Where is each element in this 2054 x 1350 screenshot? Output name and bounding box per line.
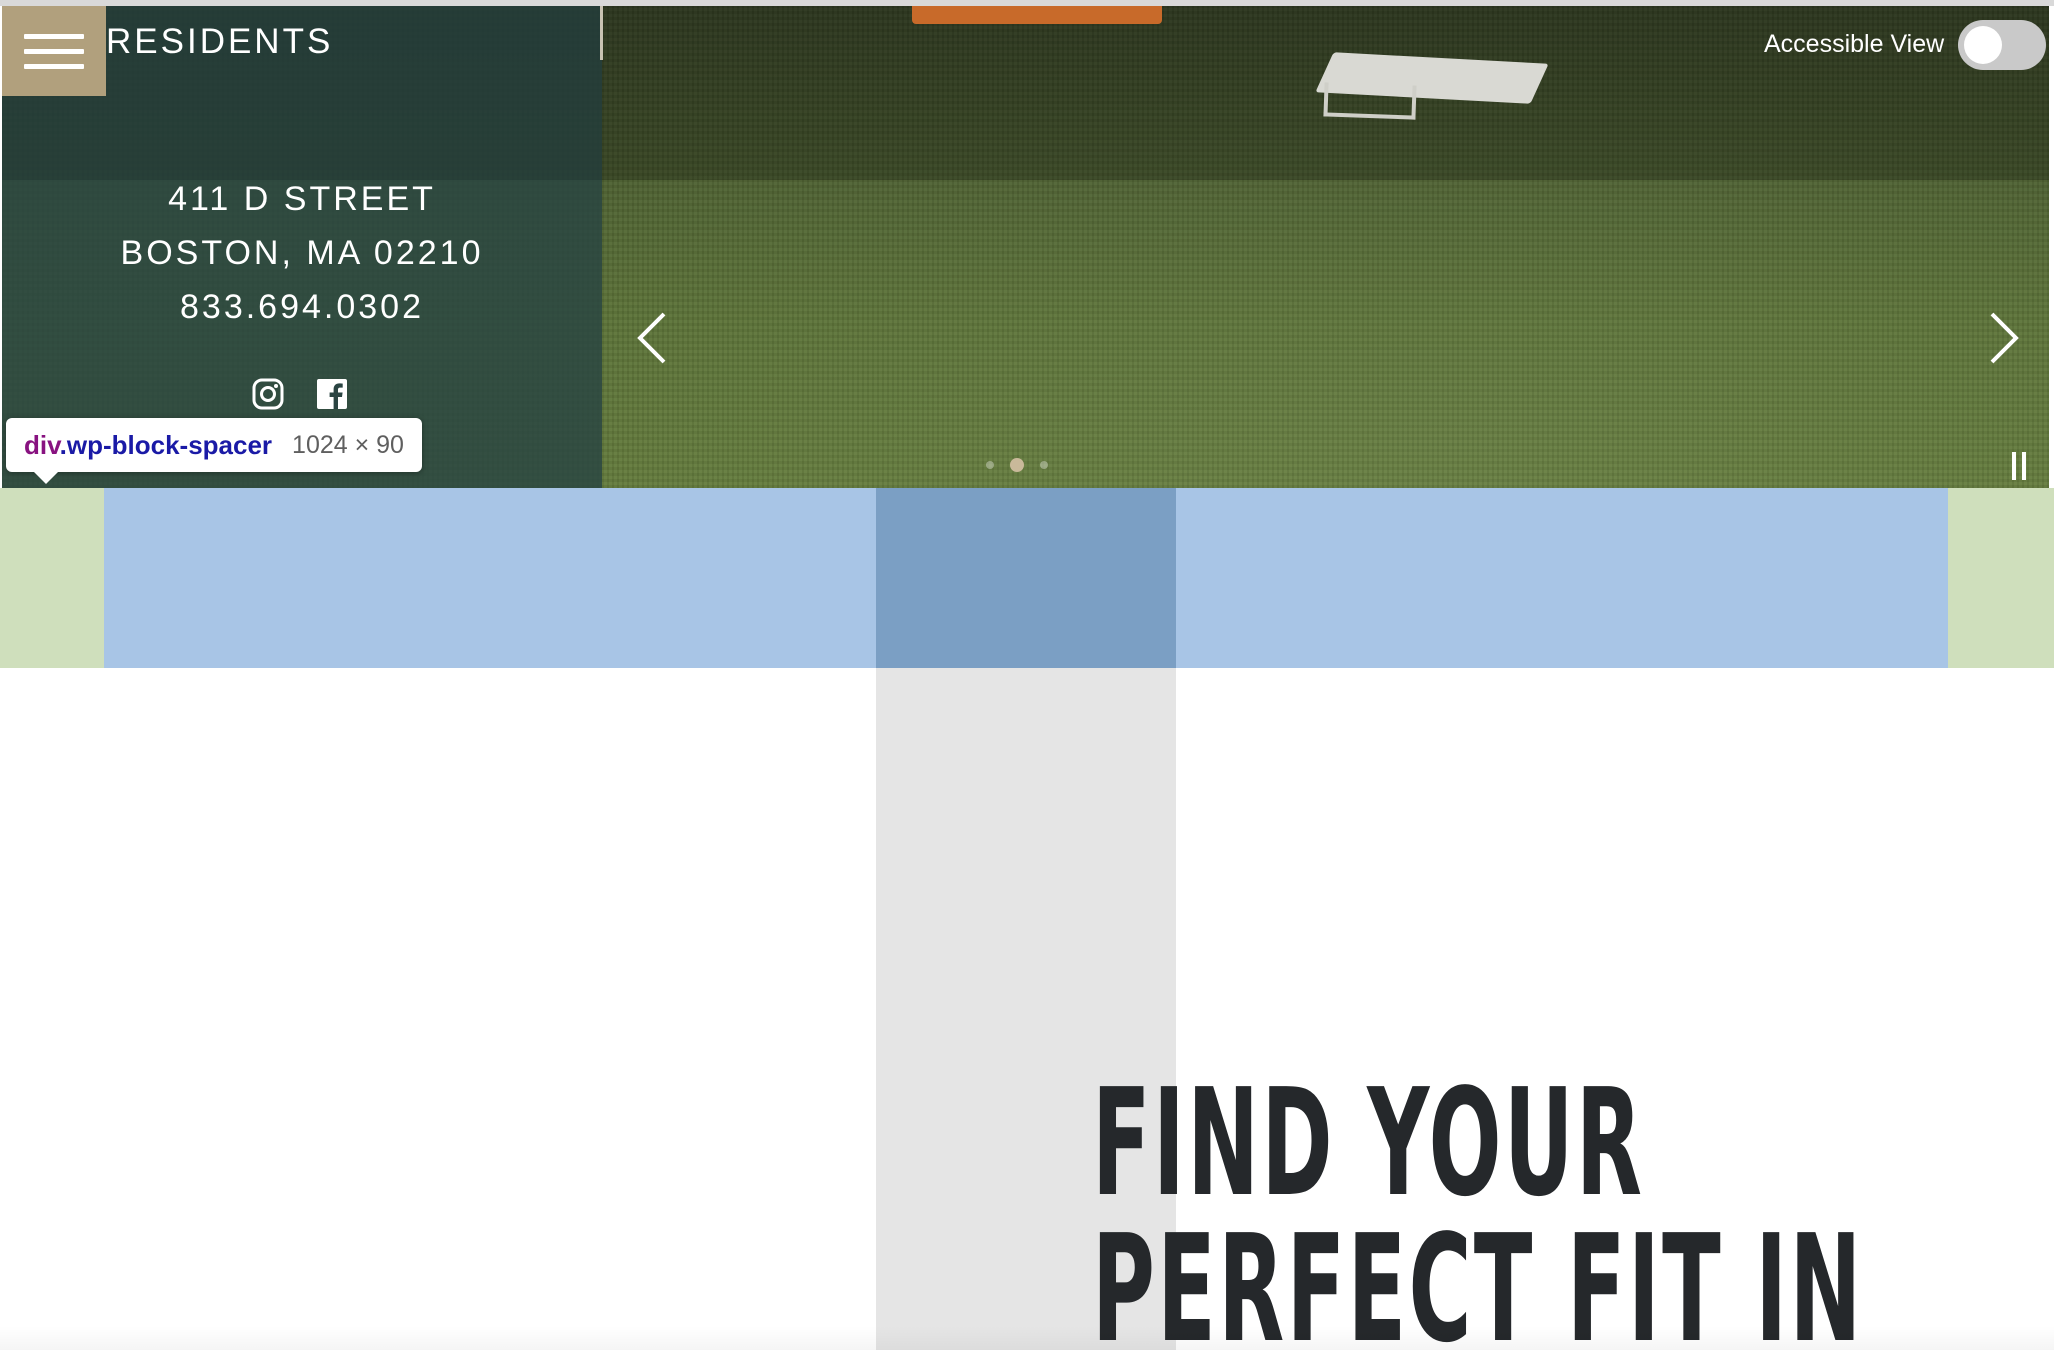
- info-panel: RESIDENTS 411 D STREET BOSTON, MA 02210 …: [2, 6, 602, 488]
- facebook-icon[interactable]: [316, 378, 348, 410]
- bottom-fade: [0, 1326, 2054, 1350]
- hamburger-menu-icon: [24, 33, 84, 39]
- panel-divider: [600, 6, 603, 60]
- accessible-view-toggle[interactable]: [1958, 20, 2046, 70]
- pause-icon: [2012, 452, 2016, 480]
- pause-icon: [2022, 452, 2026, 480]
- devtools-inspect-tooltip: div.wp-block-spacer 1024 × 90: [6, 418, 422, 484]
- instagram-icon[interactable]: [252, 378, 284, 410]
- cornhole-board-orange: [912, 6, 1162, 24]
- contact-block: 411 D STREET BOSTON, MA 02210 833.694.03…: [2, 172, 602, 334]
- chevron-right-icon: [1990, 312, 2019, 364]
- slider-dot-2-active[interactable]: [1010, 458, 1024, 472]
- brand-link[interactable]: RESIDENTS: [106, 22, 333, 62]
- page: RESIDENTS 411 D STREET BOSTON, MA 02210 …: [0, 0, 2054, 1350]
- devtools-content-overlay-left: [104, 488, 876, 668]
- slider-dots: [986, 458, 1048, 472]
- hamburger-menu-icon: [24, 63, 84, 69]
- chevron-left-icon: [637, 312, 666, 364]
- phone-link[interactable]: 833.694.0302: [2, 280, 602, 334]
- menu-button[interactable]: [2, 6, 106, 96]
- slider-pause-button[interactable]: [2012, 452, 2032, 482]
- page-headline: FIND YOUR PERFECT FIT IN: [1092, 1057, 1864, 1350]
- tooltip-tag: div: [24, 429, 60, 460]
- devtools-content-overlay-right: [1176, 488, 1948, 668]
- toggle-knob: [1964, 26, 2002, 64]
- slider-prev-button[interactable]: [630, 306, 674, 370]
- headline-line-1: FIND YOUR: [1092, 1057, 1645, 1229]
- address-line-1: 411 D STREET: [168, 180, 436, 218]
- tooltip-selector: div.wp-block-spacer: [24, 430, 272, 461]
- cornhole-board-leg: [1323, 82, 1417, 120]
- social-links: [252, 378, 348, 410]
- slider-dot-3[interactable]: [1040, 461, 1048, 469]
- slider-next-button[interactable]: [1982, 306, 2026, 370]
- accessible-view-label: Accessible View: [1764, 30, 1945, 58]
- tooltip-size: 1024 × 90: [292, 430, 404, 459]
- hero-section: RESIDENTS 411 D STREET BOSTON, MA 02210 …: [2, 6, 2049, 488]
- address-line-2: BOSTON, MA 02210: [120, 234, 484, 272]
- devtools-gap-overlay: [876, 488, 1176, 668]
- devtools-margin-overlay-left: [0, 488, 104, 668]
- slider-dot-1[interactable]: [986, 461, 994, 469]
- hamburger-menu-icon: [24, 48, 84, 54]
- tooltip-class: .wp-block-spacer: [59, 429, 273, 460]
- devtools-margin-overlay-right: [1948, 488, 2054, 668]
